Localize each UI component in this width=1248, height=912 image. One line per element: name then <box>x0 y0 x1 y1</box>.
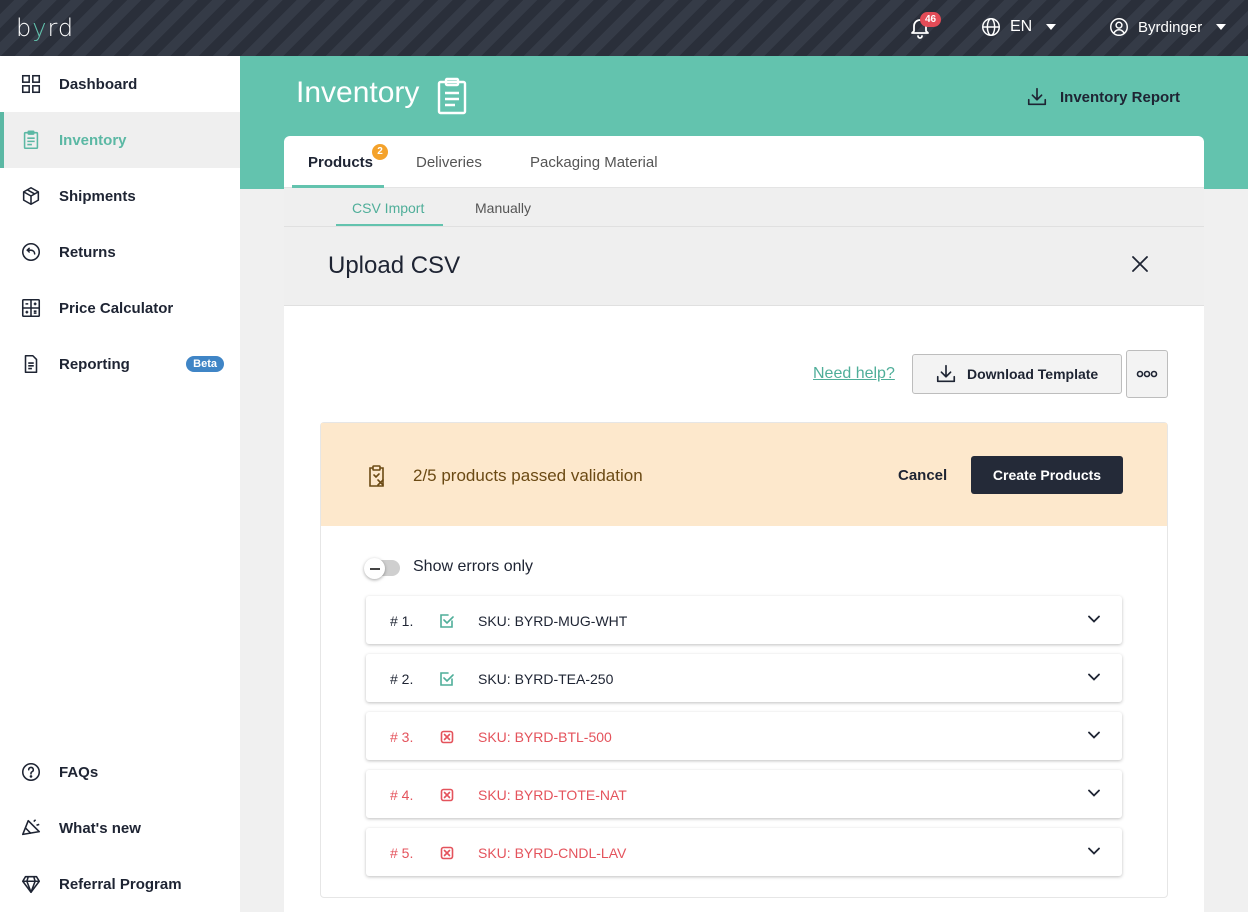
chevron-down-icon <box>1216 24 1227 30</box>
inventory-report-label: Inventory Report <box>1060 88 1181 106</box>
error-icon <box>440 788 454 802</box>
sidebar-item-faqs[interactable]: FAQs <box>0 744 240 800</box>
sidebar-item-label: Reporting <box>59 355 130 373</box>
tab-bar: Products Deliveries Packaging Material <box>284 136 1204 188</box>
product-row[interactable]: # 3. SKU: BYRD-BTL-500 <box>366 712 1122 760</box>
chevron-down-icon[interactable] <box>1088 673 1100 681</box>
product-row[interactable]: # 4. SKU: BYRD-TOTE-NAT <box>366 770 1122 818</box>
beta-badge: Beta <box>186 356 224 372</box>
check-icon <box>440 672 454 686</box>
error-icon <box>440 730 454 744</box>
subtab-manually[interactable]: Manually <box>475 200 531 216</box>
sidebar-item-label: What's new <box>59 819 141 837</box>
row-number: # 1. <box>390 613 414 629</box>
top-bar: byrd 46 EN Byrdinger <box>0 0 1248 56</box>
download-icon <box>936 364 956 383</box>
show-errors-label: Show errors only <box>413 558 534 575</box>
language-label: EN <box>1010 18 1033 35</box>
sidebar-item-returns[interactable]: Returns <box>0 224 240 280</box>
chevron-down-icon[interactable] <box>1088 847 1100 855</box>
grid-icon <box>21 74 41 94</box>
row-number: # 3. <box>390 729 414 745</box>
sidebar: Dashboard Inventory Shipments Returns Pr… <box>0 56 240 912</box>
sidebar-item-reporting[interactable]: Reporting Beta <box>0 336 240 392</box>
row-sku: SKU: BYRD-TEA-250 <box>478 671 614 687</box>
sidebar-item-label: Dashboard <box>59 75 138 93</box>
need-help-link[interactable]: Need help? <box>813 365 895 383</box>
chevron-down-icon[interactable] <box>1088 615 1100 623</box>
subtab-csv-import[interactable]: CSV Import <box>352 200 424 216</box>
sidebar-item-dashboard[interactable]: Dashboard <box>0 56 240 112</box>
error-icon <box>440 846 454 860</box>
active-subtab-indicator <box>336 224 443 226</box>
product-row[interactable]: # 2. SKU: BYRD-TEA-250 <box>366 654 1122 702</box>
upload-title: Upload CSV <box>328 252 461 279</box>
chevron-down-icon[interactable] <box>1088 731 1100 739</box>
sidebar-item-label: Shipments <box>59 187 136 205</box>
check-icon <box>440 614 454 628</box>
validation-summary: 2/5 products passed validation <box>413 466 643 485</box>
toggle-knob[interactable] <box>364 558 385 579</box>
sidebar-item-label: Returns <box>59 243 116 261</box>
sidebar-item-inventory[interactable]: Inventory <box>0 112 240 168</box>
sidebar-item-label: Inventory <box>59 131 127 149</box>
row-sku: SKU: BYRD-MUG-WHT <box>478 613 628 629</box>
more-options-button[interactable] <box>1126 350 1168 398</box>
clipboard-icon <box>23 130 39 150</box>
megaphone-icon <box>21 819 41 836</box>
byrd-logo[interactable]: byrd <box>16 14 74 42</box>
return-icon <box>21 242 41 262</box>
sidebar-item-label: Price Calculator <box>59 299 174 317</box>
product-row[interactable]: # 5. SKU: BYRD-CNDL-LAV <box>366 828 1122 876</box>
row-number: # 4. <box>390 787 414 803</box>
sidebar-item-label: Referral Program <box>59 875 182 893</box>
sidebar-item-price-calculator[interactable]: Price Calculator <box>0 280 240 336</box>
globe-icon <box>982 18 1000 36</box>
cancel-button[interactable]: Cancel <box>898 467 947 484</box>
row-number: # 5. <box>390 845 414 861</box>
tab-products[interactable]: Products <box>308 154 373 171</box>
chevron-down-icon[interactable] <box>1088 789 1100 797</box>
row-number: # 2. <box>390 671 414 687</box>
sidebar-item-whats-new[interactable]: What's new <box>0 800 240 856</box>
row-sku: SKU: BYRD-BTL-500 <box>478 729 612 745</box>
diamond-icon <box>21 875 41 894</box>
notification-count-badge: 46 <box>920 12 942 27</box>
products-count-badge: 2 <box>372 144 388 160</box>
product-row[interactable]: # 1. SKU: BYRD-MUG-WHT <box>366 596 1122 644</box>
clipboard-icon <box>437 77 467 115</box>
sidebar-item-shipments[interactable]: Shipments <box>0 168 240 224</box>
question-icon <box>21 762 41 782</box>
create-products-button[interactable]: Create Products <box>971 456 1123 494</box>
user-menu[interactable]: Byrdinger <box>1108 16 1227 38</box>
sidebar-item-referral-program[interactable]: Referral Program <box>0 856 240 912</box>
user-name: Byrdinger <box>1138 18 1203 36</box>
tab-packaging-material[interactable]: Packaging Material <box>530 154 658 171</box>
calculator-icon <box>21 298 41 318</box>
sidebar-item-label: FAQs <box>59 763 99 781</box>
box-icon <box>22 186 40 206</box>
subtab-bar: CSV Import Manually <box>284 188 1204 227</box>
user-icon <box>1110 18 1128 36</box>
language-selector[interactable]: EN <box>980 16 1057 38</box>
more-icon <box>1136 370 1158 378</box>
document-icon <box>24 354 38 374</box>
row-sku: SKU: BYRD-TOTE-NAT <box>478 787 627 803</box>
inventory-report-button[interactable]: Inventory Report <box>1026 86 1180 108</box>
clipboard-x-icon <box>369 465 384 487</box>
chevron-down-icon <box>1046 24 1057 30</box>
download-template-button[interactable]: Download Template <box>912 354 1122 394</box>
page-title: Inventory <box>296 76 420 109</box>
download-template-label: Download Template <box>967 366 1099 382</box>
tab-deliveries[interactable]: Deliveries <box>416 154 482 171</box>
row-sku: SKU: BYRD-CNDL-LAV <box>478 845 627 861</box>
download-icon <box>1027 87 1047 106</box>
close-icon[interactable] <box>1130 254 1150 274</box>
